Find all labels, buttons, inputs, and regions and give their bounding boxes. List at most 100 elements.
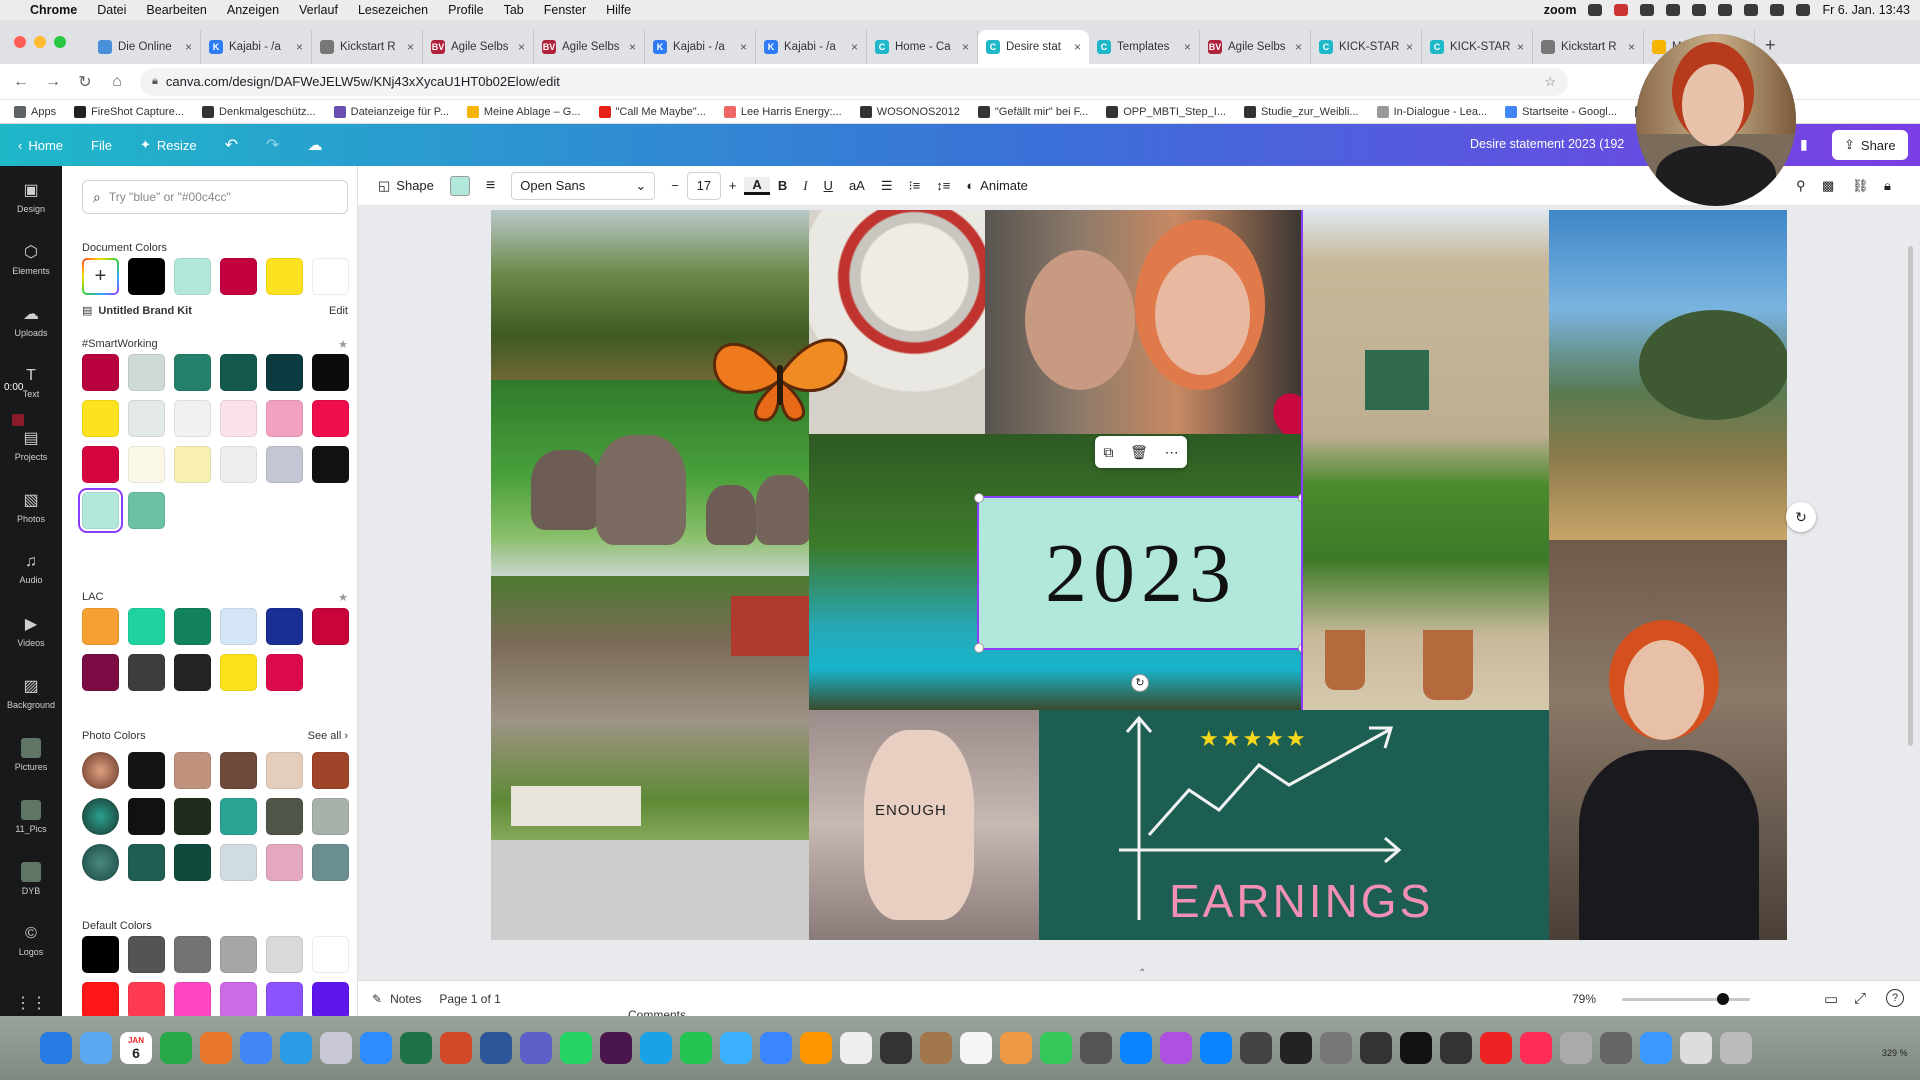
color-swatch[interactable] xyxy=(174,844,211,881)
close-tab-icon[interactable]: × xyxy=(1517,40,1524,54)
close-tab-icon[interactable]: × xyxy=(740,40,747,54)
color-swatch[interactable] xyxy=(82,354,119,391)
back-icon[interactable]: ← xyxy=(12,73,30,91)
color-swatch[interactable] xyxy=(312,752,349,789)
dock-app-icon[interactable] xyxy=(800,1032,832,1064)
resize-button[interactable]: ✦ Resize xyxy=(126,137,211,153)
menu-item[interactable]: Bearbeiten xyxy=(146,3,206,17)
dock-app-icon[interactable] xyxy=(200,1032,232,1064)
redo-button[interactable]: ↷ xyxy=(252,135,293,155)
color-swatch[interactable] xyxy=(128,258,165,295)
menubar-datetime[interactable]: Fr 6. Jan. 13:43 xyxy=(1822,3,1910,17)
star-icon[interactable]: ★ xyxy=(338,591,348,604)
see-all-link[interactable]: See all › xyxy=(308,730,348,742)
border-style-button[interactable]: ≡ xyxy=(478,177,503,195)
rail-item-11-pics[interactable]: 11_Pics xyxy=(0,786,62,848)
dock-app-icon[interactable] xyxy=(560,1032,592,1064)
bookmark-item[interactable]: Startseite - Googl... xyxy=(1505,105,1617,118)
color-swatch[interactable] xyxy=(220,798,257,835)
color-swatch[interactable] xyxy=(266,446,303,483)
zoom-percentage[interactable]: 79% xyxy=(1572,992,1596,1006)
rail-item-logos[interactable]: © Logos xyxy=(0,910,62,972)
color-swatch[interactable] xyxy=(128,608,165,645)
browser-tab[interactable]: BV Agile Selbs × xyxy=(423,30,534,64)
increase-size-button[interactable]: + xyxy=(721,178,745,193)
browser-tab[interactable]: C Home - Ca × xyxy=(867,30,978,64)
rail-item-design[interactable]: ▣ Design xyxy=(0,166,62,228)
browser-tab[interactable]: BV Agile Selbs × xyxy=(534,30,645,64)
zoom-window-button[interactable] xyxy=(54,36,66,48)
bookmark-item[interactable]: Apps xyxy=(14,105,56,118)
color-swatch[interactable] xyxy=(220,936,257,973)
color-swatch[interactable] xyxy=(266,798,303,835)
color-swatch[interactable] xyxy=(220,446,257,483)
dock-app-icon[interactable] xyxy=(1160,1032,1192,1064)
close-tab-icon[interactable]: × xyxy=(1074,40,1081,54)
zoom-slider[interactable] xyxy=(1622,993,1750,1005)
color-swatch[interactable] xyxy=(174,446,211,483)
add-color-button[interactable]: + xyxy=(82,258,119,295)
page-indicator[interactable]: Page 1 of 1 xyxy=(439,992,500,1006)
browser-tab[interactable]: C Desire stat × xyxy=(978,30,1089,64)
bold-button[interactable]: B xyxy=(770,178,795,193)
page-view-icon[interactable]: ▭ xyxy=(1824,990,1838,1008)
status-icon[interactable] xyxy=(1666,4,1681,16)
browser-tab[interactable]: Die Online × xyxy=(90,30,201,64)
browser-tab[interactable]: Kickstart R × xyxy=(1533,30,1644,64)
dock-app-icon[interactable] xyxy=(1720,1032,1752,1064)
bookmark-star-icon[interactable]: ☆ xyxy=(1544,74,1556,90)
close-tab-icon[interactable]: × xyxy=(629,40,636,54)
color-swatch[interactable] xyxy=(82,982,119,1019)
dock-app-icon[interactable]: JAN 6 xyxy=(120,1032,152,1064)
close-tab-icon[interactable]: × xyxy=(851,40,858,54)
search-icon[interactable] xyxy=(1770,4,1785,16)
rail-item-dyb[interactable]: DYB xyxy=(0,848,62,910)
close-tab-icon[interactable]: × xyxy=(1628,40,1635,54)
star-icon[interactable]: ★ xyxy=(338,338,348,351)
bookmark-item[interactable]: "Call Me Maybe"... xyxy=(598,105,706,118)
color-swatch[interactable] xyxy=(312,446,349,483)
color-swatch[interactable] xyxy=(266,400,303,437)
color-swatch[interactable] xyxy=(174,354,211,391)
photo-thumbnail[interactable] xyxy=(82,752,119,789)
refresh-page-icon[interactable]: ↻ xyxy=(1786,502,1816,532)
dock-app-icon[interactable] xyxy=(1600,1032,1632,1064)
color-swatch[interactable] xyxy=(174,400,211,437)
dock-app-icon[interactable] xyxy=(680,1032,712,1064)
list-button[interactable]: ⁝≡ xyxy=(901,178,929,194)
dock-app-icon[interactable] xyxy=(1200,1032,1232,1064)
dock-app-icon[interactable] xyxy=(1040,1032,1072,1064)
bookmark-item[interactable]: Lee Harris Energy:... xyxy=(723,105,842,118)
browser-tab[interactable]: C KICK-STAR × xyxy=(1311,30,1422,64)
decrease-size-button[interactable]: − xyxy=(663,178,687,193)
status-icon[interactable] xyxy=(1588,4,1603,16)
color-swatch[interactable] xyxy=(174,608,211,645)
color-swatch[interactable] xyxy=(128,400,165,437)
photo-thumbnail[interactable] xyxy=(82,844,119,881)
insights-icon[interactable]: ▮ xyxy=(1800,136,1808,153)
color-swatch[interactable] xyxy=(266,752,303,789)
bookmark-item[interactable]: In-Dialogue - Lea... xyxy=(1376,105,1487,118)
color-swatch[interactable] xyxy=(220,654,257,691)
color-swatch[interactable] xyxy=(82,608,119,645)
dock-app-icon[interactable] xyxy=(1560,1032,1592,1064)
color-swatch[interactable] xyxy=(128,752,165,789)
bookmark-item[interactable]: "Gefällt mir" bei F... xyxy=(977,105,1088,118)
zoom-status[interactable]: zoom xyxy=(1544,3,1577,17)
color-swatch[interactable] xyxy=(266,608,303,645)
file-menu-button[interactable]: File xyxy=(77,138,126,153)
dock-app-icon[interactable] xyxy=(720,1032,752,1064)
bookmark-item[interactable]: FireShot Capture... xyxy=(74,105,184,118)
bookmark-item[interactable]: OPP_MBTI_Step_I... xyxy=(1106,105,1226,118)
dock-app-icon[interactable] xyxy=(880,1032,912,1064)
color-swatch[interactable] xyxy=(220,844,257,881)
dock-app-icon[interactable] xyxy=(1440,1032,1472,1064)
rail-item-projects[interactable]: ▤ Projects xyxy=(0,414,62,476)
document-title[interactable]: Desire statement 2023 (192 xyxy=(1470,137,1624,151)
wifi-icon[interactable] xyxy=(1744,4,1759,16)
menu-item[interactable]: Lesezeichen xyxy=(358,3,428,17)
menu-item[interactable]: Verlauf xyxy=(299,3,338,17)
brand-kit-edit-link[interactable]: Edit xyxy=(329,305,348,317)
dock-app-icon[interactable] xyxy=(760,1032,792,1064)
color-swatch[interactable] xyxy=(78,488,123,533)
